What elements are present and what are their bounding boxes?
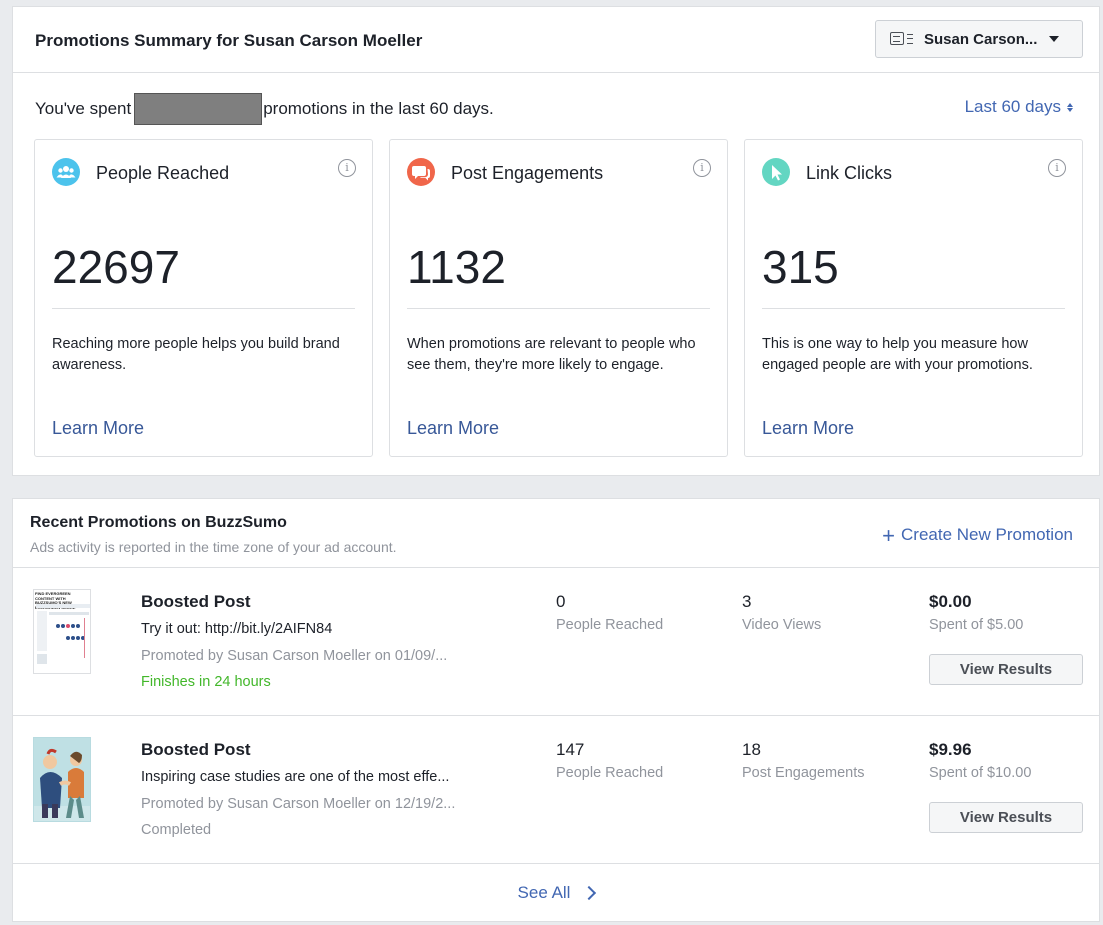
learn-more-link[interactable]: Learn More [407, 418, 499, 439]
promoted-by: Promoted by Susan Carson Moeller on 01/0… [141, 648, 448, 664]
summary-header: Promotions Summary for Susan Carson Moel… [13, 7, 1099, 73]
speech-bubbles-icon [407, 158, 435, 186]
card-people-reached: People Reached i 22697 Reaching more peo… [34, 139, 373, 457]
caret-down-icon [1049, 36, 1060, 42]
stat-value: 0 [556, 592, 566, 611]
stat-spent: $9.96 Spent of $10.00 [929, 740, 1031, 781]
stat-post-engagements: 18 Post Engagements [742, 740, 865, 781]
info-icon[interactable]: i [693, 159, 711, 177]
spent-value: $9.96 [929, 740, 972, 759]
promotion-title[interactable]: Boosted Post [141, 740, 251, 760]
sort-arrows-icon [1067, 102, 1073, 112]
spent-of-label: Spent of $5.00 [929, 617, 1024, 633]
page-icon [890, 32, 916, 46]
view-results-button[interactable]: View Results [929, 654, 1083, 685]
promotion-text: Inspiring case studies are one of the mo… [141, 769, 450, 785]
spent-of-label: Spent of $10.00 [929, 765, 1032, 781]
promotion-text: Try it out: http://bit.ly/2AIFN84 [141, 621, 333, 637]
recent-subtitle: Ads activity is reported in the time zon… [30, 539, 397, 555]
card-value: 22697 [52, 241, 180, 293]
create-promotion-label: Create New Promotion [901, 525, 1073, 544]
stat-people-reached: 0 People Reached [556, 592, 663, 633]
promotion-thumbnail[interactable] [33, 737, 91, 822]
date-range-selector[interactable]: Last 60 days [965, 97, 1073, 117]
stat-value: 18 [742, 740, 761, 759]
date-range-label: Last 60 days [964, 97, 1061, 116]
chevron-right-icon [582, 885, 597, 901]
info-icon[interactable]: i [338, 159, 356, 177]
stat-label: Video Views [742, 617, 822, 633]
promotions-summary-panel: Promotions Summary for Susan Carson Moel… [12, 6, 1100, 476]
stat-people-reached: 147 People Reached [556, 740, 663, 781]
stat-label: Post Engagements [742, 765, 865, 781]
spent-suffix: promotions in the last 60 days. [263, 99, 494, 118]
card-post-engagements: Post Engagements i 1132 When promotions … [389, 139, 728, 457]
learn-more-link[interactable]: Learn More [52, 418, 144, 439]
promotion-title[interactable]: Boosted Post [141, 592, 251, 612]
recent-header: Recent Promotions on BuzzSumo Ads activi… [13, 499, 1099, 568]
stat-label: People Reached [556, 765, 664, 781]
card-description: This is one way to help you measure how … [762, 336, 1033, 373]
plus-icon: + [882, 522, 896, 548]
card-value: 315 [762, 241, 839, 293]
view-results-button[interactable]: View Results [929, 802, 1083, 833]
card-title: People Reached [96, 163, 230, 183]
card-description: When promotions are relevant to people w… [407, 336, 696, 373]
spent-prefix: You've spent [35, 99, 132, 118]
promoted-by: Promoted by Susan Carson Moeller on 12/1… [141, 796, 456, 812]
card-title: Link Clicks [806, 163, 893, 183]
divider [762, 308, 1065, 309]
stat-video-views: 3 Video Views [742, 592, 821, 633]
stat-label: People Reached [556, 617, 664, 633]
divider [52, 308, 355, 309]
promotion-status: Completed [141, 822, 212, 838]
card-value: 1132 [407, 241, 506, 293]
stat-spent: $0.00 Spent of $5.00 [929, 592, 1023, 633]
recent-title: Recent Promotions on BuzzSumo [30, 514, 287, 531]
spent-summary: You've spent promotions in the last 60 d… [35, 93, 494, 125]
learn-more-link[interactable]: Learn More [762, 418, 854, 439]
stat-value: 147 [556, 740, 585, 759]
create-promotion-link[interactable]: + Create New Promotion [882, 522, 1073, 548]
cursor-icon [762, 158, 790, 186]
promotion-row: FIND EVERGREEN CONTENT WITH BUZZSUMO'S N… [13, 568, 1099, 716]
promotion-status: Finishes in 24 hours [141, 674, 271, 690]
card-description: Reaching more people helps you build bra… [52, 336, 340, 373]
redacted-amount [134, 93, 263, 125]
see-all-link[interactable]: See All [13, 863, 1099, 923]
page-selector-label: Susan Carson... [924, 30, 1038, 48]
recent-promotions-panel: Recent Promotions on BuzzSumo Ads activi… [12, 498, 1100, 922]
see-all-label: See All [517, 883, 571, 902]
spent-value: $0.00 [929, 592, 972, 611]
people-icon [52, 158, 80, 186]
info-icon[interactable]: i [1048, 159, 1066, 177]
divider [407, 308, 710, 309]
promotion-thumbnail[interactable]: FIND EVERGREEN CONTENT WITH BUZZSUMO'S N… [33, 589, 91, 674]
page-selector-dropdown[interactable]: Susan Carson... [875, 20, 1083, 58]
summary-title: Promotions Summary for Susan Carson Moel… [35, 31, 423, 50]
card-link-clicks: Link Clicks i 315 This is one way to hel… [744, 139, 1083, 457]
card-title: Post Engagements [451, 163, 604, 183]
stat-value: 3 [742, 592, 752, 611]
promotion-row: Boosted Post Inspiring case studies are … [13, 716, 1099, 864]
